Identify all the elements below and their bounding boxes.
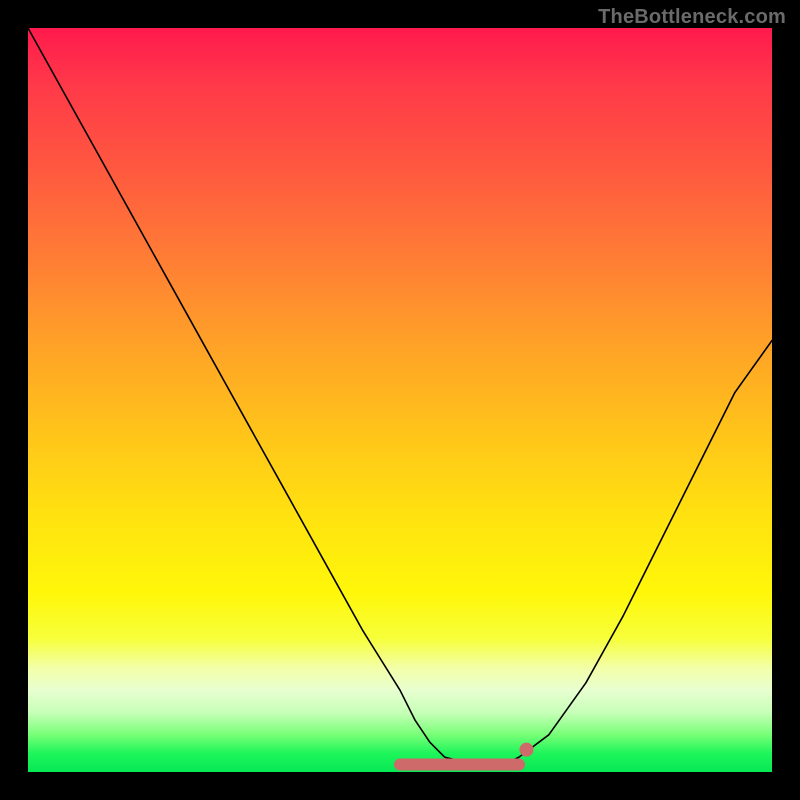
chart-svg — [28, 28, 772, 772]
chart-plot-area — [28, 28, 772, 772]
chart-stage: TheBottleneck.com — [0, 0, 800, 800]
highlight-end-dot — [519, 743, 533, 757]
bottleneck-curve — [28, 28, 772, 765]
watermark-text: TheBottleneck.com — [598, 6, 786, 29]
